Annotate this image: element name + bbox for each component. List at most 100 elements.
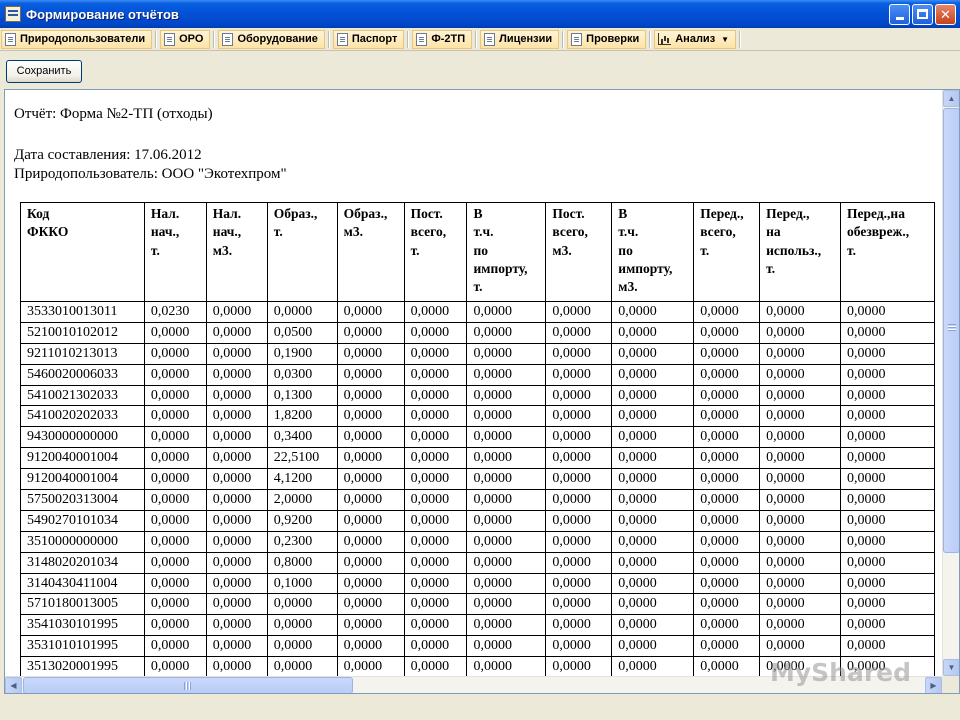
value-cell: 0,0000 — [466, 301, 547, 323]
chevron-down-icon[interactable]: ▼ — [721, 35, 729, 44]
value-cell: 0,0000 — [336, 530, 405, 553]
window-title: Формирование отчётов — [26, 6, 179, 22]
value-cell: 0,0000 — [545, 384, 613, 407]
save-button[interactable]: Сохранить — [6, 60, 82, 83]
tab-label: Природопользователи — [20, 33, 146, 45]
fkko-code-cell: 3541030101995 — [20, 614, 145, 637]
tab-5[interactable]: Лицензии — [480, 29, 560, 49]
value-cell: 0,0000 — [693, 593, 761, 616]
value-cell: 0,0000 — [759, 468, 842, 491]
value-cell: 0,0000 — [266, 301, 338, 323]
value-cell: 0,0500 — [266, 321, 338, 344]
column-header: Перед.,на обезвреж., т. — [840, 202, 935, 302]
value-cell: 0,0000 — [336, 551, 405, 574]
value-cell: 0,0000 — [693, 509, 761, 532]
value-cell: 0,0000 — [611, 321, 695, 344]
close-button[interactable]: ✕ — [935, 3, 956, 25]
value-cell: 0,1300 — [266, 384, 338, 407]
table-row: 9211010213013 0,0000 0,0000 0,1900 0,0000 0,0… — [20, 342, 935, 365]
tab-label: ОРО — [179, 33, 204, 45]
report-date: Дата составления: 17.06.2012 — [14, 147, 202, 163]
value-cell: 0,0000 — [693, 447, 761, 470]
value-cell: 0,0000 — [466, 405, 547, 428]
vertical-scroll-thumb[interactable] — [943, 108, 959, 553]
value-cell: 0,0000 — [143, 593, 207, 616]
scroll-right-button[interactable]: ▶ — [925, 677, 942, 693]
value-cell: 0,0000 — [336, 363, 405, 386]
value-cell: 0,0000 — [693, 656, 761, 679]
value-cell: 0,0000 — [545, 551, 613, 574]
value-cell: 0,0300 — [266, 363, 338, 386]
tab-6[interactable]: Проверки — [567, 29, 647, 49]
value-cell: 0,0000 — [545, 489, 613, 511]
tab-7[interactable]: Анализ ▼ — [654, 29, 737, 49]
fkko-code-cell: 5490270101034 — [20, 509, 145, 532]
table-row: 9120040001004 0,0000 0,0000 4,1200 0,0000 0,0… — [20, 468, 935, 491]
tab-label: Ф-2ТП — [431, 33, 466, 45]
fkko-code-cell: 5460020006033 — [20, 363, 145, 386]
horizontal-scroll-thumb[interactable] — [23, 677, 353, 693]
report-user: Природопользователь: ООО "Экотехпром" — [14, 166, 287, 182]
value-cell: 0,0000 — [466, 426, 547, 449]
table-row: 3531010101995 0,0000 0,0000 0,0000 0,0000 0,0… — [20, 635, 935, 658]
fkko-code-cell: 5410020202033 — [20, 405, 145, 428]
value-cell: 0,0000 — [759, 405, 842, 428]
value-cell: 0,0000 — [466, 321, 547, 344]
title-bar[interactable]: Формирование отчётов ✕ — [0, 0, 960, 28]
value-cell: 0,0000 — [693, 363, 761, 386]
value-cell: 0,0000 — [466, 342, 547, 365]
value-cell: 0,0000 — [693, 342, 761, 365]
value-cell: 0,0000 — [336, 426, 405, 449]
value-cell: 0,0000 — [143, 321, 207, 344]
value-cell: 0,0000 — [840, 572, 935, 595]
scroll-up-button[interactable]: ▲ — [943, 90, 959, 107]
value-cell: 0,0000 — [693, 426, 761, 449]
value-cell: 0,0000 — [205, 572, 268, 595]
tab-3[interactable]: Паспорт — [332, 29, 405, 49]
value-cell: 0,0000 — [336, 468, 405, 491]
value-cell: 0,0000 — [545, 321, 613, 344]
tab-2[interactable]: Оборудование — [218, 29, 325, 49]
doc-icon — [571, 32, 583, 46]
tab-toolbar: Природопользователи ОРО Оборудование Паспор… — [0, 28, 960, 51]
value-cell: 0,3400 — [266, 426, 338, 449]
value-cell: 0,0000 — [403, 509, 468, 532]
value-cell: 0,0000 — [205, 447, 268, 470]
table-row: 3140430411004 0,0000 0,0000 0,1000 0,0000 0,0… — [20, 572, 935, 595]
fkko-code-cell: 9120040001004 — [20, 468, 145, 491]
value-cell: 2,0000 — [266, 489, 338, 511]
value-cell: 0,0000 — [545, 530, 613, 553]
tab-1[interactable]: ОРО — [160, 29, 211, 49]
value-cell: 0,0000 — [205, 321, 268, 344]
tab-0[interactable]: Природопользователи — [1, 29, 153, 49]
table-row: 3510000000000 0,0000 0,0000 0,2300 0,0000 0,0… — [20, 530, 935, 553]
value-cell: 0,0000 — [336, 301, 405, 323]
value-cell: 0,0000 — [611, 489, 695, 511]
value-cell: 0,0000 — [611, 468, 695, 491]
column-header: В т.ч. по импорту, м3. — [611, 202, 695, 302]
value-cell: 0,0000 — [403, 447, 468, 470]
value-cell: 0,0000 — [143, 614, 207, 637]
value-cell: 0,0000 — [403, 489, 468, 511]
grip-icon — [184, 682, 185, 690]
value-cell: 0,0000 — [545, 635, 613, 658]
scroll-down-button[interactable]: ▼ — [943, 659, 959, 676]
vertical-scrollbar[interactable]: ▲ ▼ — [942, 90, 959, 676]
value-cell: 0,0000 — [336, 656, 405, 679]
minimize-button[interactable] — [889, 3, 910, 25]
column-header: В т.ч. по импорту, т. — [466, 202, 547, 302]
maximize-button[interactable] — [912, 3, 933, 25]
fkko-code-cell: 9211010213013 — [20, 342, 145, 365]
table-row: 5750020313004 0,0000 0,0000 2,0000 0,0000 0,0… — [20, 489, 935, 511]
report-title: Отчёт: Форма №2-ТП (отходы) — [14, 106, 213, 122]
tab-4[interactable]: Ф-2ТП — [412, 29, 473, 49]
scroll-left-button[interactable]: ◀ — [5, 677, 22, 693]
doc-icon — [416, 32, 428, 46]
value-cell: 0,0000 — [403, 635, 468, 658]
arrow-down-icon: ▼ — [947, 663, 956, 672]
value-cell: 0,0000 — [840, 614, 935, 637]
value-cell: 0,0000 — [840, 489, 935, 511]
report-viewer[interactable]: Отчёт: Форма №2-ТП (отходы) Дата составл… — [4, 89, 960, 694]
value-cell: 0,0000 — [545, 614, 613, 637]
fkko-code-cell: 9430000000000 — [20, 426, 145, 449]
